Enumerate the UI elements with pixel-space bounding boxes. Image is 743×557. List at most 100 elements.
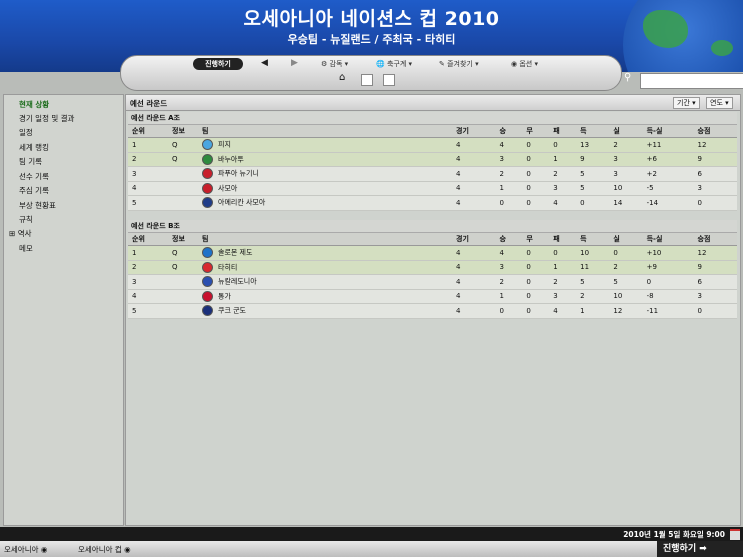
col-header[interactable]: 승 xyxy=(495,233,523,246)
col-header[interactable]: 경기 xyxy=(452,233,496,246)
table-row[interactable]: 5 아메리칸 사모아 4 0 0 4 0 14 -14 0 xyxy=(128,195,737,211)
cell-d: 0 xyxy=(522,260,550,275)
continue-button[interactable]: 진행하기 xyxy=(193,58,243,70)
team-cell[interactable]: 사모아 xyxy=(198,181,452,196)
forward-arrow-icon[interactable]: ▶ xyxy=(291,58,298,68)
team-cell[interactable]: 통가 xyxy=(198,289,452,304)
team-name[interactable]: 바누아투 xyxy=(218,155,244,163)
col-header[interactable]: 득-실 xyxy=(642,233,694,246)
team-cell[interactable]: 쿠크 군도 xyxy=(198,303,452,319)
table-row[interactable]: 2 Q 타히티 4 3 0 1 11 2 +9 9 xyxy=(128,260,737,275)
col-header[interactable]: 경기 xyxy=(452,125,496,138)
sidebar-item-referee-records[interactable]: 주심 기록 xyxy=(19,185,49,196)
col-header[interactable]: 순위 xyxy=(128,233,168,246)
menu-world-label: 축구계 xyxy=(386,60,407,68)
col-header[interactable]: 득 xyxy=(576,125,610,138)
search-icon[interactable]: ⚲ xyxy=(624,72,631,83)
cell-d: 0 xyxy=(522,303,550,319)
team-cell[interactable]: 솔로몬 제도 xyxy=(198,245,452,261)
cell-w: 0 xyxy=(495,303,523,319)
cell-ga: 5 xyxy=(609,274,643,290)
table-row[interactable]: 3 파푸아 뉴기니 4 2 0 2 5 3 +2 6 xyxy=(128,166,737,182)
col-header[interactable]: 승점 xyxy=(693,233,737,246)
team-name[interactable]: 통가 xyxy=(218,292,231,300)
cell-pts: 12 xyxy=(693,245,737,261)
sidebar-item-history[interactable]: ⊞ 역사 xyxy=(9,228,32,239)
team-cell[interactable]: 파푸아 뉴기니 xyxy=(198,166,452,182)
team-name[interactable]: 쿠크 군도 xyxy=(218,307,246,315)
team-name[interactable]: 뉴칼레도니아 xyxy=(218,278,257,286)
breadcrumb-cup[interactable]: 오세아니아 컵 ◉ xyxy=(78,544,131,555)
col-header[interactable]: 팀 xyxy=(198,125,452,138)
sidebar-item-overview[interactable]: 현재 상황 xyxy=(19,99,49,110)
cell-w: 2 xyxy=(495,166,523,182)
col-header[interactable]: 패 xyxy=(549,125,577,138)
period-dropdown[interactable]: 기간 ▾ xyxy=(673,97,700,109)
notes-icon[interactable] xyxy=(383,74,395,86)
cell-p: 4 xyxy=(452,181,496,196)
team-name[interactable]: 사모아 xyxy=(218,184,237,192)
col-header[interactable]: 실 xyxy=(609,125,643,138)
table-row[interactable]: 1 Q 솔로몬 제도 4 4 0 0 10 0 +10 12 xyxy=(128,245,737,261)
col-header[interactable]: 정보 xyxy=(168,233,198,246)
home-icon[interactable]: ⌂ xyxy=(339,72,349,83)
back-arrow-icon[interactable]: ◀ xyxy=(261,58,268,68)
team-name[interactable]: 솔로몬 제도 xyxy=(218,249,252,257)
cell-info: Q xyxy=(168,260,198,275)
team-name[interactable]: 파푸아 뉴기니 xyxy=(218,170,259,178)
sidebar-item-rules[interactable]: 규칙 xyxy=(19,214,33,225)
col-header[interactable]: 득-실 xyxy=(642,125,694,138)
table-row[interactable]: 4 사모아 4 1 0 3 5 10 -5 3 xyxy=(128,181,737,196)
table-row[interactable]: 5 쿠크 군도 4 0 0 4 1 12 -11 0 xyxy=(128,303,737,319)
menu-manager[interactable]: ⚙ 감독 ▾ xyxy=(321,59,348,69)
cell-gd: +11 xyxy=(642,137,694,153)
team-cell[interactable]: 피지 xyxy=(198,137,452,153)
sidebar-item-team-records[interactable]: 팀 기록 xyxy=(19,156,42,167)
col-header[interactable]: 정보 xyxy=(168,125,198,138)
sidebar-item-fixtures[interactable]: 경기 일정 및 결과 xyxy=(19,113,74,124)
col-header[interactable]: 실 xyxy=(609,233,643,246)
col-header[interactable]: 승점 xyxy=(693,125,737,138)
cell-pos: 2 xyxy=(128,260,168,275)
menu-world[interactable]: 🌐 축구계 ▾ xyxy=(376,59,412,69)
col-header[interactable]: 팀 xyxy=(198,233,452,246)
menu-options-label: 옵션 xyxy=(519,60,533,68)
col-header[interactable]: 승 xyxy=(495,125,523,138)
calendar-icon[interactable] xyxy=(730,529,740,540)
sidebar-item-memo[interactable]: 메모 xyxy=(19,243,33,254)
col-header[interactable]: 무 xyxy=(522,125,550,138)
col-header[interactable]: 패 xyxy=(549,233,577,246)
team-name[interactable]: 아메리칸 사모아 xyxy=(218,199,265,207)
breadcrumb-oceania[interactable]: 오세아니아 ◉ xyxy=(4,544,47,555)
col-header[interactable]: 순위 xyxy=(128,125,168,138)
col-header[interactable]: 득 xyxy=(576,233,610,246)
table-row[interactable]: 3 뉴칼레도니아 4 2 0 2 5 5 0 6 xyxy=(128,274,737,290)
menu-options[interactable]: ◉ 옵션 ▾ xyxy=(511,59,538,69)
cell-gd: -8 xyxy=(642,289,694,304)
sidebar-item-world-ranking[interactable]: 세계 랭킹 xyxy=(19,142,49,153)
clipboard-icon[interactable] xyxy=(361,74,373,86)
expand-icon[interactable]: ⊞ xyxy=(9,229,15,238)
cell-gf: 5 xyxy=(576,166,610,182)
sidebar-item-player-records[interactable]: 선수 기록 xyxy=(19,171,49,182)
footer-continue-button[interactable]: 진행하기 ➡ xyxy=(657,541,743,557)
flag-icon xyxy=(202,168,213,180)
table-row[interactable]: 1 Q 피지 4 4 0 0 13 2 +11 12 xyxy=(128,137,737,153)
cell-p: 4 xyxy=(452,303,496,319)
team-cell[interactable]: 아메리칸 사모아 xyxy=(198,195,452,211)
cell-info xyxy=(168,166,198,182)
table-row[interactable]: 4 통가 4 1 0 3 2 10 -8 3 xyxy=(128,289,737,304)
team-name[interactable]: 피지 xyxy=(218,141,231,149)
sidebar-item-schedule[interactable]: 일정 xyxy=(19,127,33,138)
period-label: 기간 xyxy=(677,99,690,107)
team-name[interactable]: 타히티 xyxy=(218,263,237,271)
col-header[interactable]: 무 xyxy=(522,233,550,246)
team-cell[interactable]: 뉴칼레도니아 xyxy=(198,274,452,290)
sidebar-item-injuries[interactable]: 부상 현황표 xyxy=(19,200,56,211)
menu-favorites[interactable]: ✎ 즐겨찾기 ▾ xyxy=(439,59,479,69)
team-cell[interactable]: 타히티 xyxy=(198,260,452,275)
table-row[interactable]: 2 Q 바누아투 4 3 0 1 9 3 +6 9 xyxy=(128,152,737,167)
team-cell[interactable]: 바누아투 xyxy=(198,152,452,167)
search-input[interactable] xyxy=(640,73,743,89)
year-dropdown[interactable]: 연도 ▾ xyxy=(706,97,733,109)
